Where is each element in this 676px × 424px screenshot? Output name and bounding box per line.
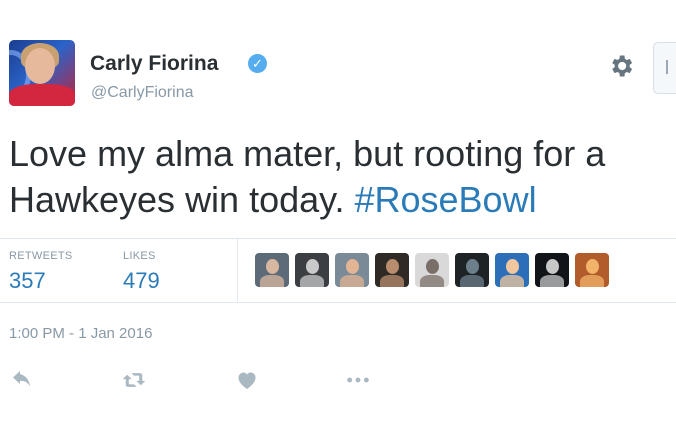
liker-avatar-2[interactable] — [295, 253, 329, 287]
like-icon[interactable] — [234, 368, 260, 392]
follow-button[interactable] — [653, 42, 676, 94]
likes-label[interactable]: LIKES — [123, 250, 156, 262]
liker-avatar-9[interactable] — [575, 253, 609, 287]
likes-count[interactable]: 479 — [123, 268, 160, 294]
gear-icon[interactable] — [607, 52, 635, 80]
retweets-label[interactable]: RETWEETS — [9, 250, 73, 262]
liker-avatar-6[interactable] — [455, 253, 489, 287]
avatar[interactable] — [9, 40, 75, 106]
liker-avatar-3[interactable] — [335, 253, 369, 287]
hashtag-link[interactable]: #RoseBowl — [354, 179, 536, 220]
tweet-text: Love my alma mater, but rooting for a Ha… — [9, 131, 674, 223]
liker-avatar-7[interactable] — [495, 253, 529, 287]
liker-avatar-5[interactable] — [415, 253, 449, 287]
tweet-text-plain: Hawkeyes win today. — [9, 179, 355, 220]
reply-icon[interactable] — [9, 368, 35, 392]
retweets-count[interactable]: 357 — [9, 268, 46, 294]
user-handle[interactable]: @CarlyFiorina — [91, 84, 193, 102]
stats-vertical-divider — [237, 239, 238, 301]
more-icon[interactable] — [345, 368, 371, 392]
tweet-line-1: Love my alma mater, but rooting for a — [9, 133, 606, 174]
liker-avatar-8[interactable] — [535, 253, 569, 287]
tweet-line-2: Hawkeyes win today. #RoseBowl — [9, 177, 674, 223]
verified-badge-icon: ✓ — [248, 54, 267, 73]
liker-avatar-1[interactable] — [255, 253, 289, 287]
stats-top-divider — [0, 238, 676, 239]
liker-avatar-4[interactable] — [375, 253, 409, 287]
retweet-icon[interactable] — [121, 368, 147, 392]
stats-bottom-divider — [0, 302, 676, 303]
tweet-timestamp[interactable]: 1:00 PM - 1 Jan 2016 — [9, 325, 152, 342]
display-name[interactable]: Carly Fiorina — [90, 52, 218, 76]
